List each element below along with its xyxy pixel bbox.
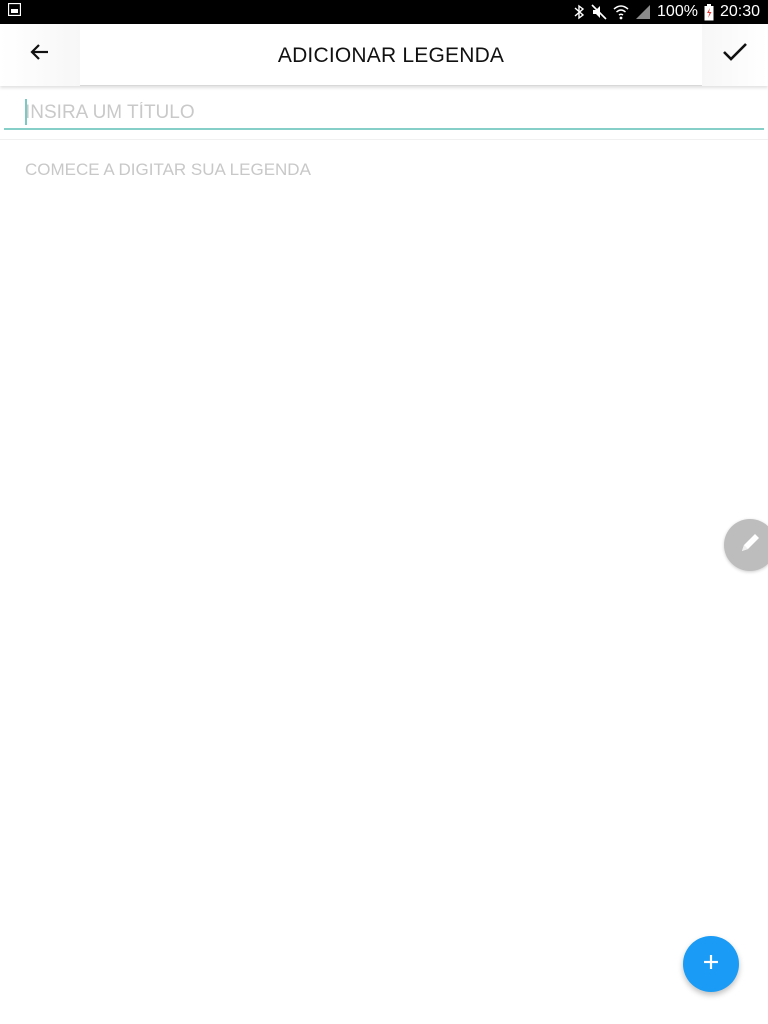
clock: 20:30 xyxy=(719,3,760,20)
mute-icon xyxy=(591,4,607,20)
status-bar-left xyxy=(7,2,22,21)
confirm-button[interactable] xyxy=(702,23,768,86)
plus-icon xyxy=(702,953,720,976)
status-bar: 100% 20:30 xyxy=(0,0,768,24)
page-title: ADICIONAR LEGENDA xyxy=(277,43,505,67)
battery-percent: 100% xyxy=(657,3,698,20)
divider xyxy=(0,139,768,140)
battery-icon xyxy=(704,3,714,21)
title-field xyxy=(4,90,764,130)
arrow-left-icon xyxy=(30,43,50,66)
back-button[interactable] xyxy=(0,23,80,86)
text-cursor xyxy=(25,99,27,125)
bluetooth-icon xyxy=(573,4,585,20)
caption-input[interactable] xyxy=(25,160,745,860)
wifi-icon xyxy=(613,4,629,20)
add-button[interactable] xyxy=(683,936,739,992)
gallery-notification-icon xyxy=(7,2,22,21)
edit-floating-button[interactable] xyxy=(724,519,768,571)
check-icon xyxy=(722,42,748,67)
title-input[interactable] xyxy=(4,90,764,128)
signal-icon xyxy=(635,4,651,20)
pencil-icon xyxy=(737,530,763,561)
status-bar-right: 100% 20:30 xyxy=(573,3,760,21)
app-bar: ADICIONAR LEGENDA xyxy=(0,23,768,86)
